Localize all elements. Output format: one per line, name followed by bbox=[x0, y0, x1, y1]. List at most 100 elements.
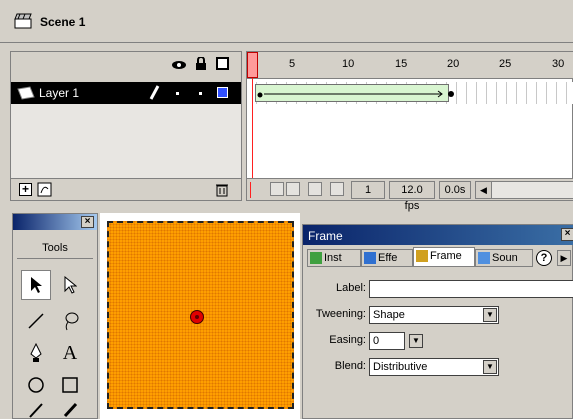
playhead-line bbox=[252, 78, 253, 178]
layer-name[interactable]: Layer 1 bbox=[39, 86, 79, 100]
line-icon bbox=[28, 313, 44, 329]
chevron-down-icon[interactable]: ▼ bbox=[483, 360, 497, 374]
text-icon[interactable]: A bbox=[55, 338, 85, 368]
frame-panel-titlebar[interactable]: Frame × bbox=[303, 225, 573, 245]
layer-color-swatch[interactable] bbox=[217, 87, 228, 98]
pencil-icon bbox=[29, 403, 43, 418]
onion-markers-icon[interactable] bbox=[330, 182, 344, 196]
tweening-label: Tweening: bbox=[315, 308, 366, 320]
timeline-scrollbar[interactable]: ◀ bbox=[475, 181, 573, 199]
scene-title[interactable]: Scene 1 bbox=[40, 15, 85, 29]
ruler-tick: 25 bbox=[499, 58, 512, 70]
shape-hint-marker[interactable] bbox=[190, 310, 204, 324]
label-input[interactable] bbox=[369, 280, 573, 298]
arrow-tool[interactable] bbox=[21, 270, 51, 300]
tab-label: Effe bbox=[378, 252, 398, 264]
tween-arrow-icon bbox=[257, 90, 443, 98]
chevron-down-icon[interactable]: ▼ bbox=[483, 308, 497, 322]
tab-effect[interactable]: Effe bbox=[361, 249, 413, 267]
blend-value: Distributive bbox=[373, 361, 428, 373]
effect-icon bbox=[364, 252, 376, 265]
instance-icon bbox=[310, 252, 322, 265]
tweening-select[interactable]: Shape ▼ bbox=[369, 306, 499, 324]
brush-tool[interactable] bbox=[55, 400, 85, 418]
frame-panel-title: Frame bbox=[308, 229, 343, 243]
pencil-tool[interactable] bbox=[21, 400, 51, 418]
frame-rate[interactable]: 12.0 fps bbox=[389, 181, 435, 212]
frame-properties-panel: Frame × Inst Effe Frame Soun ? ▶ Label: … bbox=[302, 224, 573, 419]
layer-row[interactable]: Layer 1 bbox=[11, 82, 241, 104]
brush-icon bbox=[63, 402, 78, 418]
current-frame: 1 bbox=[351, 181, 385, 199]
edit-multiple-frames-icon[interactable] bbox=[308, 182, 322, 196]
orange-square-shape[interactable] bbox=[107, 221, 294, 409]
easing-dropdown-icon[interactable]: ▼ bbox=[409, 334, 423, 348]
rectangle-tool[interactable] bbox=[55, 370, 85, 400]
scroll-left-icon[interactable]: ◀ bbox=[476, 182, 492, 198]
elapsed-time: 0.0s bbox=[439, 181, 471, 199]
tab-frame[interactable]: Frame bbox=[413, 247, 475, 267]
tweening-value: Shape bbox=[373, 309, 405, 321]
blend-label: Blend: bbox=[334, 360, 366, 372]
marker-center bbox=[195, 315, 199, 319]
sound-icon bbox=[478, 252, 490, 265]
oval-icon bbox=[28, 377, 44, 393]
tab-label: Inst bbox=[324, 252, 342, 264]
oval-tool[interactable] bbox=[21, 370, 51, 400]
tabs-scroll-right-icon[interactable]: ▶ bbox=[557, 250, 571, 266]
frame-ruler[interactable]: 1 5 10 15 20 25 30 bbox=[247, 52, 573, 79]
layer-footer: + bbox=[11, 178, 241, 200]
tools-close-button[interactable]: × bbox=[81, 216, 94, 228]
stage[interactable] bbox=[100, 213, 300, 419]
rectangle-icon bbox=[62, 377, 78, 393]
pencil-edit-icon bbox=[149, 85, 160, 100]
eye-icon[interactable] bbox=[171, 59, 187, 71]
ruler-tick: 15 bbox=[395, 58, 408, 70]
lasso-icon bbox=[65, 312, 79, 331]
blend-select[interactable]: Distributive ▼ bbox=[369, 358, 499, 376]
frame-panel-close-button[interactable]: × bbox=[561, 228, 573, 241]
arrow-icon bbox=[31, 277, 42, 293]
tools-divider bbox=[17, 258, 93, 259]
timeline-status-bar: 1 12.0 fps 0.0s ◀ bbox=[247, 178, 573, 212]
center-frame-icon[interactable] bbox=[250, 182, 251, 198]
visibility-dot[interactable] bbox=[176, 92, 179, 95]
tab-label: Frame bbox=[430, 250, 462, 262]
ruler-tick: 5 bbox=[289, 58, 296, 70]
lasso-tool[interactable] bbox=[55, 306, 85, 336]
easing-input[interactable]: 0 bbox=[369, 332, 405, 350]
insert-layer-icon[interactable]: + bbox=[19, 183, 32, 196]
tab-sound[interactable]: Soun bbox=[475, 249, 533, 267]
ruler-tick: 30 bbox=[552, 58, 565, 70]
onion-outline-icon[interactable] bbox=[286, 182, 300, 196]
frame-row[interactable] bbox=[247, 82, 573, 104]
line-tool[interactable] bbox=[21, 306, 51, 336]
tools-titlebar[interactable]: × bbox=[13, 214, 97, 230]
outline-icon[interactable] bbox=[216, 57, 229, 70]
layer-header bbox=[11, 52, 241, 79]
tools-title: Tools bbox=[42, 242, 68, 254]
scene-clapper-icon[interactable] bbox=[14, 13, 32, 29]
layer-icon bbox=[17, 86, 35, 100]
ruler-tick: 10 bbox=[342, 58, 355, 70]
label-field-label: Label: bbox=[336, 282, 366, 294]
add-guide-layer-icon[interactable] bbox=[37, 182, 52, 197]
easing-label: Easing: bbox=[329, 334, 366, 346]
subselect-icon bbox=[64, 276, 77, 294]
pen-icon bbox=[30, 343, 42, 362]
tab-instance[interactable]: Inst bbox=[307, 249, 361, 267]
subselect-tool[interactable] bbox=[55, 270, 85, 300]
tab-label: Soun bbox=[492, 252, 518, 264]
end-keyframe[interactable] bbox=[447, 86, 455, 100]
shape-tween-span[interactable] bbox=[255, 84, 449, 102]
playhead[interactable] bbox=[247, 52, 258, 78]
lock-icon[interactable] bbox=[195, 57, 207, 71]
tools-panel: × Tools A bbox=[12, 213, 98, 419]
onion-skin-icon[interactable] bbox=[270, 182, 284, 196]
help-icon[interactable]: ? bbox=[536, 250, 552, 266]
lock-dot[interactable] bbox=[199, 92, 202, 95]
ruler-tick: 20 bbox=[447, 58, 460, 70]
trash-icon[interactable] bbox=[215, 182, 229, 197]
layer-list-empty bbox=[11, 104, 241, 178]
pen-tool[interactable] bbox=[21, 338, 51, 368]
